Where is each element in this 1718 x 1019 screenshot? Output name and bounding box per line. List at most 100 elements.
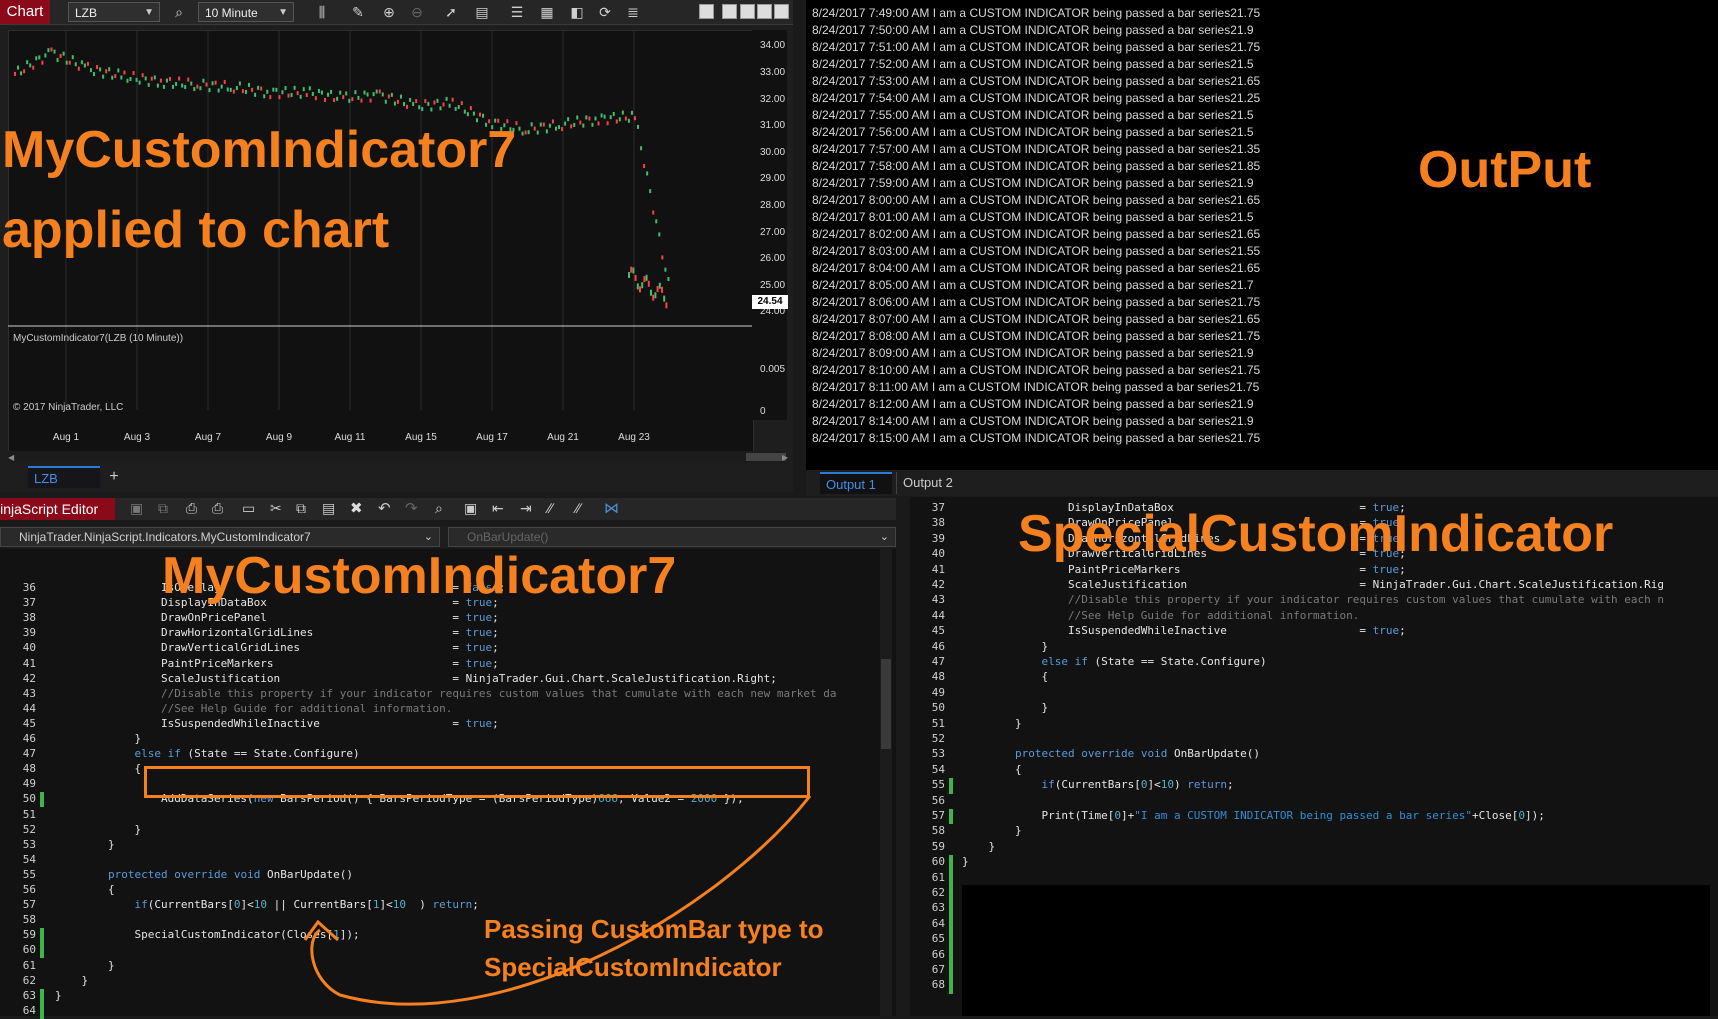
candle [632, 267, 635, 274]
candle [302, 87, 305, 92]
zoom-in-icon[interactable]: ⊕ [380, 3, 398, 21]
tab-output-2[interactable]: Output 2 [896, 472, 968, 494]
instrument-icon[interactable]: ▦ [538, 3, 556, 21]
zoom-out-icon[interactable]: ⊖ [408, 3, 426, 21]
line-number: 37 [931, 501, 945, 514]
cut-icon[interactable]: ✂ [270, 500, 282, 517]
line-number: 37 [22, 596, 36, 610]
chart-tab[interactable]: Chart [0, 0, 50, 24]
outdent-icon[interactable]: ⇤ [492, 500, 504, 517]
vertical-scrollbar[interactable] [880, 549, 892, 1016]
line-number: 39 [931, 531, 945, 545]
scroll-left-icon[interactable]: ◀ [8, 453, 14, 462]
annotation-editor-left-title: MyCustomIndicator7 [162, 547, 677, 605]
data-box-icon[interactable]: ▤ [473, 3, 491, 21]
y-tick-label: 29.00 [760, 173, 786, 185]
price-axis [752, 30, 787, 420]
editor-title-tab[interactable]: NinjaScript Editor [0, 498, 115, 520]
candle [448, 103, 451, 108]
maximize-button[interactable] [757, 4, 772, 19]
method-selector[interactable]: OnBarUpdate() ⌄ [448, 527, 896, 547]
candle [390, 92, 393, 97]
line-number: 38 [931, 516, 945, 530]
candle [29, 63, 32, 68]
tab-output-1[interactable]: Output 1 [820, 472, 892, 494]
candle [327, 92, 330, 97]
class-selector[interactable]: NinjaTrader.NinjaScript.Indicators.MyCus… [0, 527, 440, 547]
candle [296, 91, 299, 96]
code-line: if(CurrentBars[0]<10) return; [1041, 778, 1234, 792]
candle [223, 79, 226, 84]
properties-icon[interactable]: ≣ [624, 3, 642, 21]
window-icon[interactable]: ▭ [242, 500, 255, 517]
candle [41, 60, 44, 65]
instrument-selector[interactable]: LZB ▼ [68, 2, 160, 22]
candle [567, 117, 570, 122]
candle [138, 80, 141, 85]
delete-icon[interactable]: ✖ [350, 499, 363, 517]
candle [639, 286, 641, 293]
comment-icon[interactable]: ∕∕ [548, 500, 553, 516]
change-marker [40, 1003, 44, 1019]
tile-button[interactable] [699, 4, 714, 19]
pencil-icon[interactable]: ✎ [349, 3, 367, 21]
scroll-thumb[interactable] [746, 453, 786, 461]
indent-icon[interactable]: ⇥ [520, 500, 532, 517]
code-line: else if (State == State.Configure) [1041, 655, 1267, 668]
visual-studio-icon[interactable]: ⋈ [604, 499, 619, 517]
candle [162, 84, 165, 89]
save-all-icon[interactable]: ⧉ [158, 500, 168, 517]
horizontal-scrollbar[interactable]: ◀ ▶ [8, 451, 788, 463]
close-button[interactable] [774, 4, 789, 19]
indicator-tick-2: 0 [760, 406, 766, 417]
editor-splitter[interactable] [896, 497, 910, 1016]
candle [287, 93, 290, 98]
print-icon[interactable]: ⎙ [186, 500, 197, 517]
line-number: 52 [22, 822, 36, 836]
add-tab-button[interactable]: + [104, 467, 124, 487]
y-tick-label: 31.00 [760, 120, 786, 132]
paste-icon[interactable]: ▤ [322, 500, 335, 517]
chart-trader-icon[interactable]: ◧ [568, 3, 586, 21]
save-icon[interactable]: ▣ [130, 500, 143, 517]
candle [324, 97, 326, 102]
scroll-thumb[interactable] [881, 659, 891, 749]
method-name: OnBarUpdate() [467, 530, 549, 544]
candle [129, 77, 132, 82]
undo-icon[interactable]: ↶ [378, 499, 391, 517]
candle [126, 78, 129, 83]
strategies-icon[interactable]: ☰ [508, 3, 526, 21]
candle [649, 189, 652, 194]
candle [156, 83, 159, 88]
copy-icon[interactable]: ⧉ [296, 500, 306, 517]
candle [62, 51, 65, 56]
candle [339, 90, 342, 95]
instrument-tab[interactable]: LZB [28, 466, 100, 488]
output-line: 8/24/2017 7:50:00 AM I am a CUSTOM INDIC… [812, 23, 1254, 37]
redo-icon[interactable]: ↷ [405, 499, 418, 517]
bar-type-icon[interactable]: ⫼ [313, 3, 331, 21]
candle [83, 63, 86, 68]
compile-icon[interactable]: ▣ [464, 500, 477, 517]
candle [354, 90, 357, 95]
uncomment-icon[interactable]: ∕∕ [576, 500, 581, 516]
pointer-icon[interactable]: ➚ [442, 3, 460, 21]
minimize-button[interactable] [740, 4, 755, 19]
interval-selector[interactable]: 10 Minute ▼ [198, 2, 294, 22]
refresh-icon[interactable]: ⟳ [596, 3, 614, 21]
candle [251, 87, 254, 92]
tile-2-button[interactable] [722, 4, 737, 19]
scroll-right-icon[interactable]: ▶ [782, 453, 788, 462]
print-preview-icon[interactable]: ⎙ [212, 500, 223, 517]
candle [439, 106, 442, 111]
line-number: 58 [22, 913, 36, 927]
candle [47, 48, 50, 53]
find-icon[interactable]: ⌕ [435, 500, 443, 517]
line-number: 51 [931, 716, 945, 730]
editor-toolbar: ▣ ⧉ ⎙ ⎙ ▭ ✂ ⧉ ▤ ✖ ↶ ↷ ⌕ ▣ ⇤ ⇥ ∕∕ ∕∕ ⋈ [0, 498, 900, 520]
candle [576, 115, 579, 120]
search-icon[interactable]: ⌕ [170, 3, 188, 21]
line-number: 65 [931, 932, 945, 946]
chevron-down-icon: ⌄ [879, 531, 889, 543]
candle [618, 117, 621, 122]
